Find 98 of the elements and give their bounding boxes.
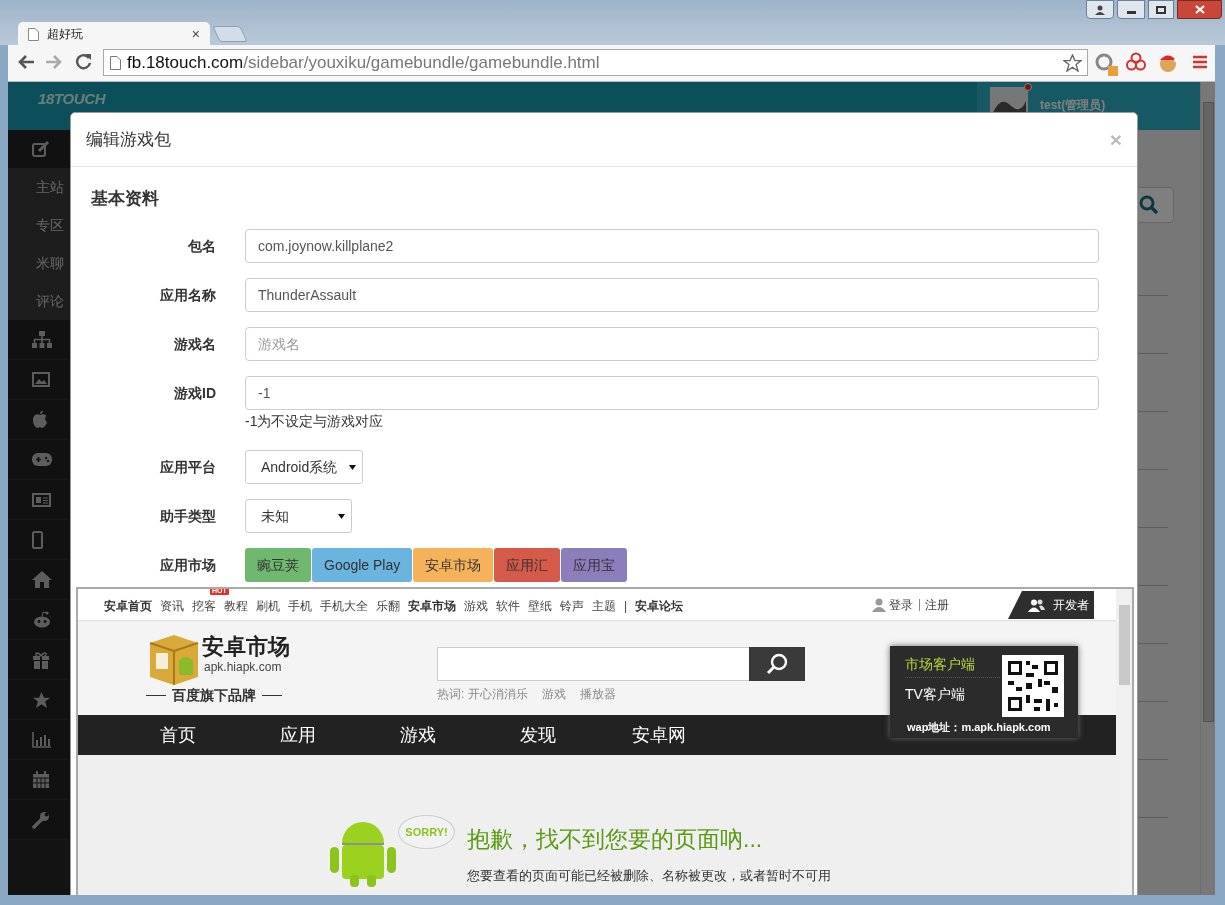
hot-label: 热词: bbox=[437, 686, 465, 703]
field-label: 包名 bbox=[187, 237, 216, 256]
nav-link[interactable]: 刷机 bbox=[256, 599, 280, 613]
field-label: 游戏ID bbox=[173, 384, 216, 403]
nav-item[interactable]: 应用 bbox=[280, 715, 316, 755]
url-text: fb.18touch.com/sidebar/youxiku/gamebundle/gamebundle.html bbox=[127, 51, 600, 74]
text-field[interactable]: com.joynow.killplane2 bbox=[245, 229, 1099, 263]
nav-link[interactable]: 资讯 bbox=[160, 599, 184, 613]
nav-link[interactable]: 壁纸 bbox=[528, 599, 552, 613]
developer-tab[interactable]: 开发者 bbox=[1008, 591, 1094, 619]
minimize-button[interactable] bbox=[1117, 0, 1145, 19]
alien-icon bbox=[32, 611, 52, 628]
caret-icon bbox=[338, 513, 345, 519]
newspaper-icon bbox=[32, 492, 51, 507]
apple-icon bbox=[32, 410, 48, 429]
search-field[interactable] bbox=[437, 647, 750, 681]
nav-item[interactable]: 安卓网 bbox=[632, 715, 686, 755]
browser-tab[interactable]: 超好玩 × bbox=[18, 22, 210, 46]
logo: 18TOUCH bbox=[38, 89, 106, 109]
market-button[interactable]: 安卓市场 bbox=[413, 548, 494, 582]
text-field[interactable]: -1 bbox=[245, 376, 1099, 410]
close-icon bbox=[1194, 5, 1205, 14]
field-label: 应用市场 bbox=[159, 556, 216, 575]
field-label: 游戏名 bbox=[173, 335, 216, 354]
dropdown[interactable]: 未知 bbox=[245, 499, 352, 533]
nav-link[interactable]: 安卓首页 bbox=[104, 599, 152, 613]
address-bar[interactable]: fb.18touch.com/sidebar/youxiku/gamebundle/gamebundle.html bbox=[103, 49, 1088, 76]
client-link[interactable]: TV客户端 bbox=[905, 681, 965, 707]
user-name: test(管理员) bbox=[1040, 97, 1106, 114]
maximize-button[interactable] bbox=[1148, 0, 1174, 19]
market-logo-title: 安卓市场 bbox=[202, 635, 290, 659]
wrench-icon bbox=[32, 810, 50, 829]
nav-link[interactable]: 手机大全 bbox=[320, 599, 368, 613]
extension-icon[interactable] bbox=[1095, 53, 1119, 77]
profile-button[interactable] bbox=[1086, 0, 1114, 19]
image-icon bbox=[32, 372, 50, 387]
home-icon bbox=[32, 571, 52, 588]
nav-link[interactable]: 安卓市场 bbox=[408, 599, 456, 613]
caret-icon bbox=[349, 464, 357, 470]
back-icon[interactable] bbox=[17, 54, 35, 70]
tab-title: 超好玩 bbox=[47, 26, 84, 43]
extension-icon[interactable] bbox=[1126, 52, 1146, 72]
nav-link[interactable]: | bbox=[624, 599, 628, 613]
dropdown[interactable]: Android系统 bbox=[245, 450, 364, 484]
wap-address: wap地址：m.apk.hiapk.com bbox=[907, 720, 1051, 734]
close-window-button[interactable] bbox=[1177, 0, 1222, 19]
star-icon bbox=[32, 690, 51, 709]
slogan: 百度旗下品牌 bbox=[172, 686, 256, 705]
edit-icon bbox=[32, 141, 50, 157]
help-text: -1为不设定与游戏对应 bbox=[245, 412, 385, 431]
nav-link[interactable]: 安卓论坛 bbox=[635, 599, 684, 613]
gamepad-icon bbox=[32, 453, 52, 466]
user-icon bbox=[872, 598, 886, 612]
market-button[interactable]: 应用宝 bbox=[561, 548, 628, 582]
phone-icon bbox=[32, 530, 43, 549]
nav-link[interactable]: 乐翻 bbox=[376, 599, 400, 613]
nav-link[interactable]: 教程 bbox=[224, 599, 248, 613]
error-title: 抱歉，找不到您要的页面吶... bbox=[467, 825, 763, 853]
person-icon bbox=[1095, 4, 1105, 15]
market-logo-domain: apk.hiapk.com bbox=[204, 660, 282, 674]
market-button[interactable]: 豌豆荚 bbox=[245, 548, 311, 582]
nav-link[interactable]: 铃声 bbox=[560, 599, 584, 613]
sorry-bubble: SORRY! bbox=[398, 815, 455, 849]
client-link[interactable]: 市场客户端 bbox=[905, 651, 1000, 678]
nav-link[interactable]: 挖客 bbox=[192, 599, 216, 613]
bar-chart-icon bbox=[32, 731, 51, 748]
error-message: 您要查看的页面可能已经被删除、名称被更改，或者暂时不可用 bbox=[467, 868, 831, 884]
page-icon bbox=[110, 55, 121, 70]
login-link[interactable]: 登录 bbox=[889, 596, 913, 614]
search-button[interactable] bbox=[749, 647, 805, 681]
section-heading: 基本资料 bbox=[91, 188, 160, 210]
close-tab-button[interactable]: × bbox=[191, 27, 200, 41]
nav-link[interactable]: 手机 bbox=[288, 599, 312, 613]
sitemap-icon bbox=[32, 330, 52, 349]
field-label: 应用名称 bbox=[159, 286, 216, 305]
market-button[interactable]: Google Play bbox=[312, 548, 413, 582]
nav-link[interactable]: 主题 bbox=[592, 599, 616, 613]
page-icon bbox=[28, 27, 39, 41]
field-label: 应用平台 bbox=[159, 458, 216, 477]
nav-link[interactable]: 游戏 bbox=[464, 599, 488, 613]
people-icon bbox=[1028, 598, 1045, 612]
modal-title: 编辑游戏包 bbox=[86, 128, 171, 151]
search-icon bbox=[766, 653, 788, 675]
search-icon bbox=[1139, 195, 1159, 215]
menu-icon[interactable] bbox=[1193, 55, 1207, 69]
nav-item[interactable]: 首页 bbox=[160, 715, 196, 755]
star-icon[interactable] bbox=[1063, 53, 1082, 72]
nav-item[interactable]: 游戏 bbox=[400, 715, 436, 755]
calendar-icon bbox=[32, 770, 50, 789]
field-label: 助手类型 bbox=[159, 507, 216, 526]
text-field[interactable]: 游戏名 bbox=[245, 327, 1099, 361]
qr-code bbox=[1002, 655, 1064, 717]
nav-link[interactable]: 软件 bbox=[496, 599, 520, 613]
gift-icon bbox=[32, 650, 50, 669]
register-link[interactable]: 注册 bbox=[919, 599, 949, 611]
reload-icon[interactable] bbox=[75, 53, 92, 70]
text-field[interactable]: ThunderAssault bbox=[245, 278, 1099, 312]
nav-item[interactable]: 发现 bbox=[520, 715, 556, 755]
